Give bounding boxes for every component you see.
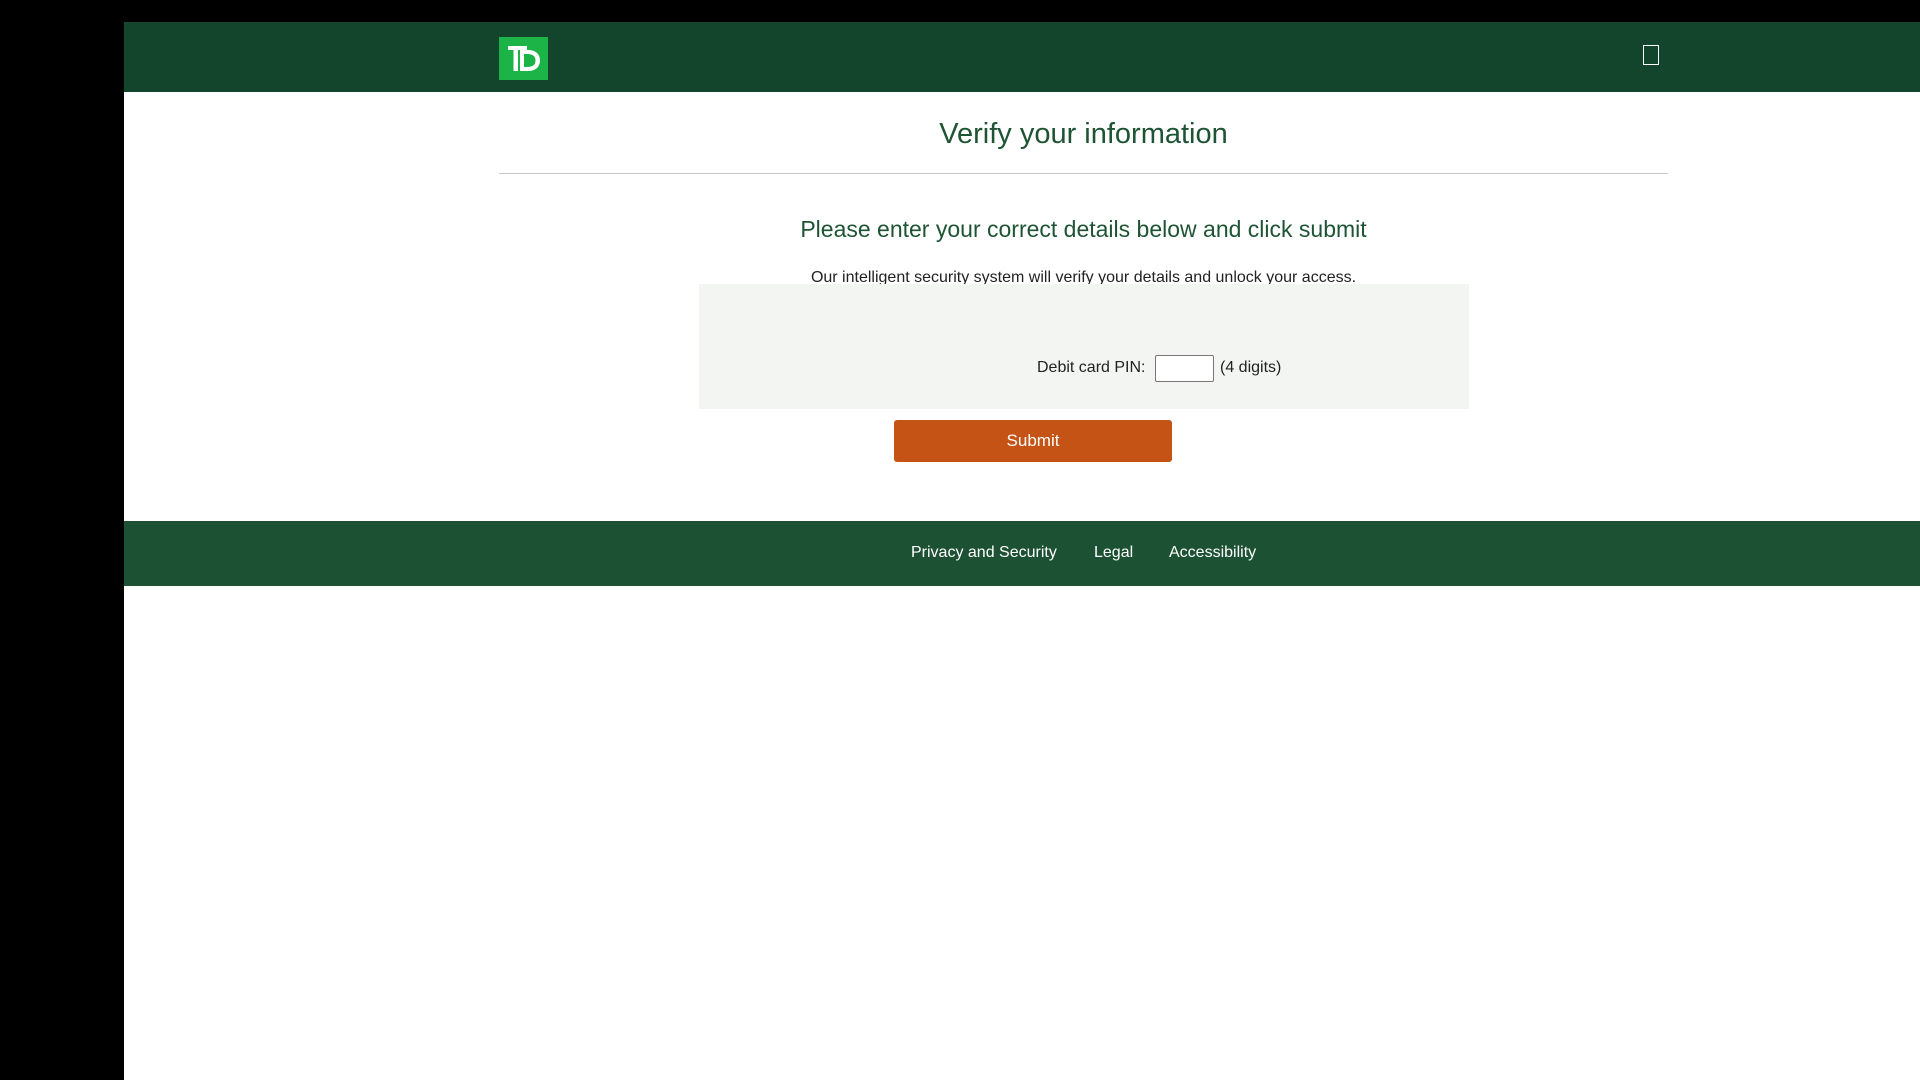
submit-button[interactable]: Submit: [894, 420, 1172, 462]
pin-form-panel: [699, 284, 1469, 409]
site-header: [124, 22, 1920, 92]
page-subtitle: Please enter your correct details below …: [800, 216, 1367, 242]
footer-link-accessibility[interactable]: Accessibility: [1169, 541, 1256, 565]
page-title: Verify your information: [939, 118, 1228, 150]
pin-hint: (4 digits): [1220, 359, 1282, 376]
menu-square-icon[interactable]: [1643, 45, 1659, 65]
pin-input[interactable]: [1155, 355, 1214, 382]
footer-link-legal[interactable]: Legal: [1094, 541, 1133, 565]
title-divider: [499, 173, 1668, 174]
footer-link-privacy[interactable]: Privacy and Security: [911, 541, 1057, 565]
site-footer: Privacy and Security Legal Accessibility: [124, 521, 1920, 586]
td-logo-icon: [508, 46, 540, 71]
td-logo[interactable]: [499, 37, 548, 80]
browser-viewport: Verify your information Please enter you…: [124, 22, 1920, 1080]
pin-label: Debit card PIN:: [1037, 359, 1146, 376]
